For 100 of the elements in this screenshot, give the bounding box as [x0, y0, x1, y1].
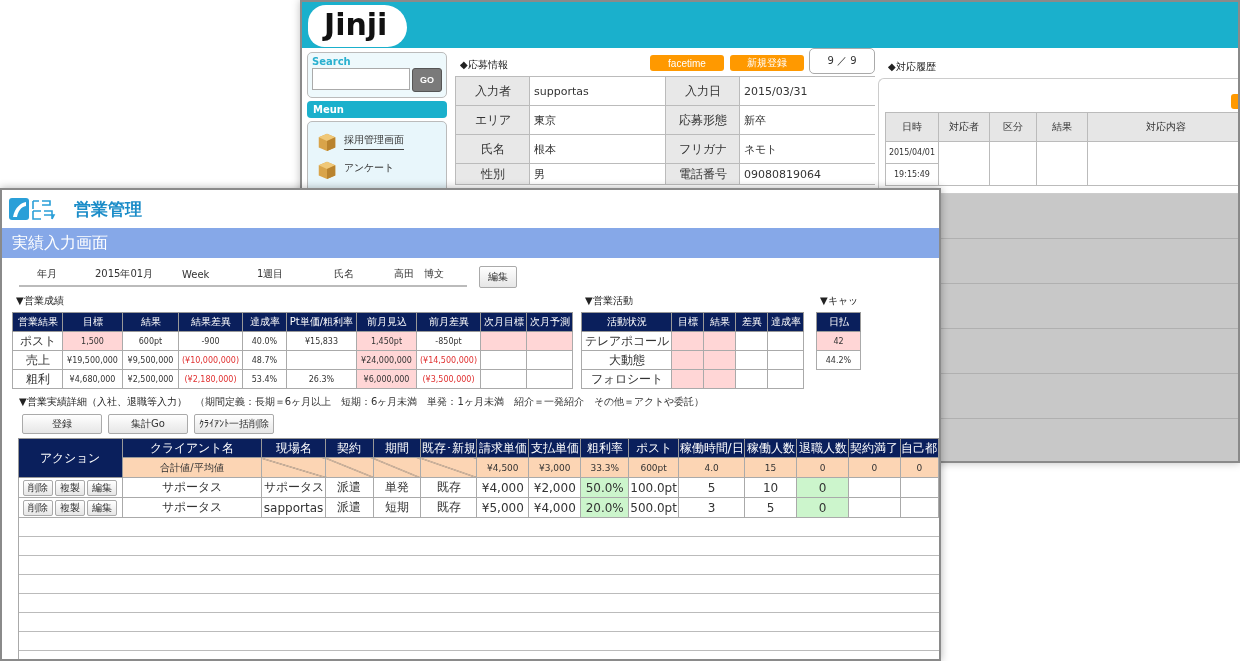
- table-cell: (¥10,000,000): [178, 350, 243, 370]
- table-cell: [848, 497, 901, 518]
- column-header: 対応内容: [1087, 112, 1238, 142]
- table-cell: [286, 350, 357, 370]
- table-cell: [526, 350, 573, 370]
- table-cell: 売上: [12, 350, 63, 370]
- column-header: Pt単価/粗利率: [286, 312, 357, 332]
- table-cell: 2015/04/01: [885, 141, 939, 164]
- column-header: 期間: [373, 438, 421, 458]
- table-cell: 19:15:49: [885, 163, 939, 186]
- row-action-button[interactable]: 編集: [87, 499, 118, 516]
- table-cell: 既存: [420, 477, 477, 498]
- column-header: 契約満了: [848, 438, 901, 458]
- table-cell: 600pt: [122, 331, 179, 351]
- table-cell: [480, 350, 527, 370]
- table-cell: [900, 497, 939, 518]
- app-logo: Jinji: [308, 5, 408, 47]
- table-cell: (¥3,500,000): [416, 369, 481, 389]
- menu-item[interactable]: 採用管理画面: [344, 132, 404, 150]
- table-cell: -850pt: [416, 331, 481, 351]
- column-header: 結果: [122, 312, 179, 332]
- table-cell: 短期: [373, 497, 421, 518]
- menu-header: Meun: [307, 101, 447, 118]
- section-heading: ▼営業実績詳細（入社、退職等入力）: [19, 395, 187, 409]
- field-value: ネモト: [740, 135, 876, 163]
- field-value: supportas: [530, 77, 665, 105]
- go-button[interactable]: GO: [412, 68, 442, 92]
- table-cell: 26.3%: [286, 369, 357, 389]
- column-header: 現場名: [261, 438, 326, 458]
- field-label: 性別: [456, 164, 529, 184]
- column-header: 達成率: [242, 312, 287, 332]
- table-cell: 既存: [420, 497, 477, 518]
- row-action-button[interactable]: 削除: [23, 479, 54, 496]
- column-header: 稼働時間/日: [678, 438, 745, 458]
- row-action-button[interactable]: 複製: [55, 479, 86, 496]
- table-cell: サポータス: [122, 497, 262, 518]
- row-action-button[interactable]: 削除: [23, 499, 54, 516]
- page-counter: 9 ／ 9: [809, 48, 875, 74]
- table-cell: ¥2,000: [528, 477, 581, 498]
- table-cell: 派遣: [325, 497, 374, 518]
- section-heading: ◆対応履歴: [888, 60, 937, 74]
- column-header: アクション: [18, 438, 123, 478]
- column-header: クライアント名: [122, 438, 262, 458]
- row-action-button[interactable]: 複製: [55, 499, 86, 516]
- action-button[interactable]: 集計Go: [108, 414, 188, 434]
- table-cell: [767, 331, 804, 351]
- table-cell: ¥19,500,000: [62, 350, 123, 370]
- info-label: 年月: [37, 267, 58, 281]
- table-cell: ¥5,000: [476, 497, 529, 518]
- table-cell: ポスト: [12, 331, 63, 351]
- column-header: 結果: [1036, 112, 1088, 142]
- section-heading: ◆応募情報: [460, 58, 509, 72]
- field-label: フリガナ: [666, 135, 739, 163]
- field-label: 応募形態: [666, 106, 739, 134]
- table-cell: ¥4,000: [528, 497, 581, 518]
- table-cell: [480, 369, 527, 389]
- menu-item[interactable]: アンケート: [344, 160, 394, 178]
- table-cell: 粗利: [12, 369, 63, 389]
- column-header: 結果差異: [178, 312, 243, 332]
- column-header: 前月見込: [356, 312, 417, 332]
- table-cell: 500.0pt: [628, 497, 679, 518]
- column-header: 目標: [671, 312, 704, 332]
- section-heading: ▼営業成績: [16, 294, 65, 308]
- action-button[interactable]: 登録: [22, 414, 102, 434]
- column-header: 営業結果: [12, 312, 63, 332]
- table-cell: 48.7%: [242, 350, 287, 370]
- table-cell: [735, 369, 768, 389]
- column-header: 結果: [703, 312, 736, 332]
- field-label: 電話番号: [666, 164, 739, 184]
- edit-button[interactable]: 編集: [479, 266, 517, 288]
- column-header: 粗利率: [580, 438, 629, 458]
- table-cell: 5: [744, 497, 797, 518]
- search-field[interactable]: [312, 68, 410, 90]
- section-heading: ▼キャッ: [820, 294, 859, 308]
- field-label: 入力者: [456, 77, 529, 105]
- column-header: 区分: [989, 112, 1037, 142]
- field-label: エリア: [456, 106, 529, 134]
- column-header: 前月差異: [416, 312, 481, 332]
- table-cell: ¥2,500,000: [122, 369, 179, 389]
- column-header: 差異: [735, 312, 768, 332]
- table-cell: テレアポコール: [581, 331, 672, 351]
- field-value: 東京: [530, 106, 665, 134]
- column-header: 退職人数: [796, 438, 849, 458]
- table-cell: [767, 369, 804, 389]
- table-cell: [900, 477, 939, 498]
- row-action-button[interactable]: 編集: [87, 479, 118, 496]
- table-cell: フォロシート: [581, 369, 672, 389]
- column-header: 目標: [62, 312, 123, 332]
- column-header: 次月目標: [480, 312, 527, 332]
- table-cell: ¥9,500,000: [122, 350, 179, 370]
- action-button[interactable]: ｸﾗｲｱﾝﾄ一括削除: [194, 414, 274, 434]
- table-cell: (¥2,180,000): [178, 369, 243, 389]
- table-cell: [767, 350, 804, 370]
- column-header: ポスト: [628, 438, 679, 458]
- table-cell: 40.0%: [242, 331, 287, 351]
- table-cell: ¥4,000: [476, 477, 529, 498]
- column-header: 稼働人数: [744, 438, 797, 458]
- info-value: 1週目: [257, 267, 285, 281]
- table-cell: サポータス: [122, 477, 262, 498]
- field-label: 入力日: [666, 77, 739, 105]
